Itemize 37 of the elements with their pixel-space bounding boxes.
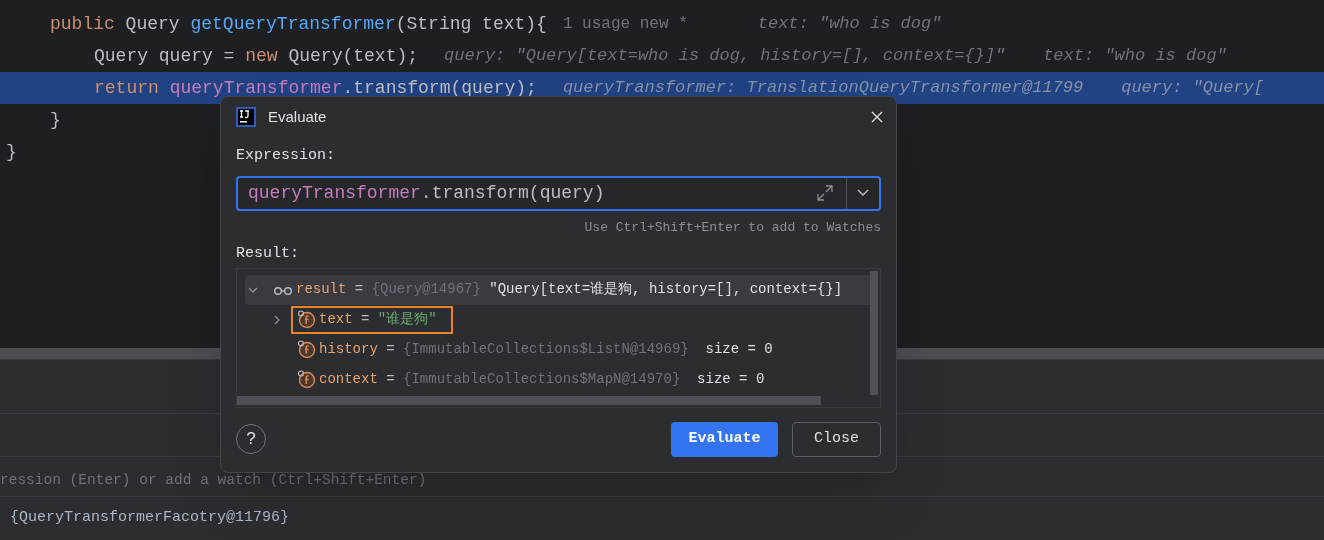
- variable-entry: context = {ImmutableCollections$MapN@14970} size = 0: [319, 370, 765, 389]
- result-label: Result:: [236, 244, 300, 264]
- field-icon: [297, 340, 316, 359]
- dialog-title: Evaluate: [268, 106, 327, 127]
- inline-value-hint: text: "who is dog": [757, 13, 942, 36]
- inline-value-hint: query: "Query[: [1121, 77, 1264, 100]
- variable-entry: text = "谁是狗": [319, 310, 437, 329]
- chevron-down-icon[interactable]: [857, 189, 869, 197]
- close-button[interactable]: Close: [792, 421, 881, 457]
- evaluate-button[interactable]: Evaluate: [671, 421, 778, 457]
- usage-hint: 1 usage new *: [562, 14, 688, 35]
- inline-value-hint: query: "Query[text=who is dog, history=[], context={}]": [444, 45, 1006, 68]
- vertical-scrollbar[interactable]: [870, 270, 878, 395]
- code-line: }: [50, 108, 61, 132]
- code-line: }: [6, 140, 17, 164]
- field-icon: [297, 370, 316, 389]
- glasses-icon: [273, 284, 293, 295]
- expression-text: queryTransformer.transform(query): [247, 181, 605, 205]
- app-icon: [236, 107, 256, 127]
- watch-hint: Use Ctrl+Shift+Enter to add to Watches: [584, 218, 881, 237]
- selected-row[interactable]: result = {Query@14967} "Query[text=谁是狗, history=[], context={}]: [245, 274, 870, 305]
- expression-label: Expression:: [236, 146, 337, 166]
- variable-entry: result = {Query@14967} "Query[text=谁是狗, history=[], context={}]: [296, 280, 843, 299]
- field-icon: [297, 310, 316, 329]
- console-hint: ression (Enter) or add a watch (Ctrl+Shift+Enter): [0, 471, 427, 491]
- horizontal-scrollbar[interactable]: [237, 395, 821, 405]
- code-line: return queryTransformer.transform(query);: [94, 76, 537, 100]
- code-line: Query query = new Query(text);: [94, 44, 419, 68]
- chevron-right-icon[interactable]: [272, 314, 282, 325]
- code-line: public Query getQueryTransformer(String text){: [50, 12, 547, 36]
- expression-field[interactable]: queryTransformer.transform(query): [236, 175, 881, 211]
- close-icon[interactable]: [871, 111, 883, 123]
- expand-icon[interactable]: [816, 184, 834, 202]
- variable-entry: history = {ImmutableCollections$ListN@14969} size = 0: [319, 340, 773, 359]
- inline-value-hint: text: "who is dog": [1043, 45, 1227, 68]
- variable-value: {QueryTransformerFacotry@11796}: [10, 508, 290, 529]
- inline-value-hint: queryTransformer: TranslationQueryTransformer@11799: [562, 77, 1084, 100]
